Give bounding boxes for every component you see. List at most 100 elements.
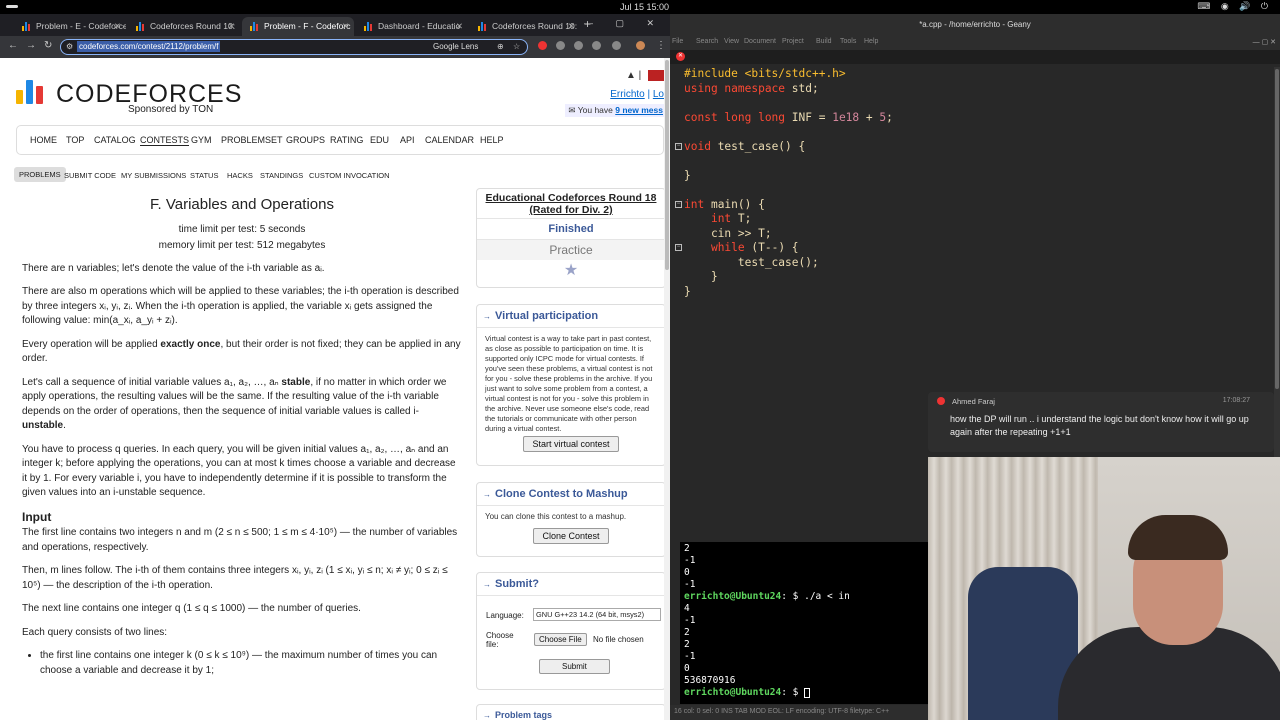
bookmark-star-icon[interactable]: ☆ [513, 42, 520, 51]
submenu-my-submissions[interactable]: MY SUBMISSIONS [121, 171, 186, 180]
extensions-puzzle-icon[interactable] [612, 41, 621, 50]
close-tab-icon[interactable]: ✕ [456, 17, 463, 36]
menu-catalog[interactable]: CATALOG [94, 135, 136, 145]
editor-menu-file[interactable]: File [672, 38, 683, 45]
submenu-standings[interactable]: STANDINGS [260, 171, 303, 180]
editor-window-controls[interactable]: — ▢ ✕ [1253, 38, 1276, 46]
extension-icon[interactable] [538, 41, 547, 50]
submit-button[interactable]: Submit [539, 659, 610, 674]
zoom-icon[interactable]: ⊕ [497, 42, 504, 51]
new-messages-link[interactable]: 9 new mess [615, 105, 663, 115]
address-bar-url[interactable]: codeforces.com/contest/2112/problem/f [77, 41, 221, 52]
close-tab-icon[interactable]: ✕ [228, 17, 235, 36]
header-icons: ▲ | [626, 70, 664, 81]
editor-menu-build[interactable]: Build [816, 38, 832, 45]
logout-link[interactable]: Lo [653, 89, 664, 100]
notification-bell-icon[interactable]: ▲ [626, 70, 636, 81]
menu-api[interactable]: API [400, 135, 415, 145]
clone-contest-button[interactable]: Clone Contest [533, 528, 609, 544]
language-flag-icon[interactable] [648, 70, 664, 81]
favorite-star-icon[interactable]: ★ [477, 260, 665, 280]
extension-icon[interactable] [574, 41, 583, 50]
forward-icon[interactable]: → [26, 40, 36, 51]
terminal-output-line: 4 [684, 603, 690, 614]
browser-tab[interactable]: Problem - E - Codeforce ✕ [14, 17, 126, 36]
fold-toggle-icon[interactable]: − [675, 143, 682, 150]
virtual-participation-box: → Virtual participation Virtual contest i… [476, 304, 666, 466]
editor-menu-help[interactable]: Help [864, 38, 878, 45]
site-info-icon[interactable]: ⚙ [66, 42, 73, 51]
submenu-custom-invocation[interactable]: CUSTOM INVOCATION [309, 171, 390, 180]
system-clock[interactable]: Jul 15 15:00 [620, 2, 669, 12]
close-document-icon[interactable]: ✕ [676, 52, 685, 61]
fold-toggle-icon[interactable]: − [675, 201, 682, 208]
menu-edu[interactable]: EDU [370, 135, 389, 145]
editor-menu-tools[interactable]: Tools [840, 38, 856, 45]
input-paragraph: The first line contains two integers n a… [22, 527, 458, 553]
editor-menu-project[interactable]: Project [782, 38, 804, 45]
profile-avatar[interactable] [636, 41, 645, 50]
terminal-panel[interactable]: 2 -1 0 -1 errichto@Ubuntu24: $ ./a < in 4 -1 2 2… [680, 542, 930, 704]
extension-icon[interactable] [592, 41, 601, 50]
submenu-problems[interactable]: PROBLEMS [14, 167, 66, 182]
browser-tab-title: Codeforces Round 10: [492, 21, 578, 31]
menu-contests[interactable]: CONTESTS [140, 135, 190, 146]
menu-calendar[interactable]: CALENDAR [425, 135, 474, 145]
fold-toggle-icon[interactable]: − [675, 244, 682, 251]
scrollbar-thumb[interactable] [665, 60, 669, 270]
editor-menu-document[interactable]: Document [744, 38, 776, 45]
editor-statusbar: 16 col: 0 sel: 0 INS TAB MOD EOL: LF enc… [670, 705, 930, 720]
submenu-status[interactable]: STATUS [190, 171, 218, 180]
browser-tab[interactable]: Codeforces Round 10: ✕ [128, 17, 240, 36]
choose-file-button[interactable]: Choose File [534, 633, 587, 646]
menu-help[interactable]: HELP [480, 135, 504, 145]
close-tab-icon[interactable]: ✕ [114, 17, 121, 36]
activities-icon[interactable] [6, 5, 18, 8]
problem-title: F. Variables and Operations [150, 196, 334, 213]
messages-prefix: You have [577, 105, 613, 115]
browser-tab[interactable]: Dashboard - Educatio ✕ [356, 17, 468, 36]
submit-title: → Submit? [477, 573, 665, 596]
google-lens-button[interactable]: Google Lens [433, 42, 478, 51]
codeforces-favicon-icon [478, 22, 487, 31]
editor-tab-bar: ✕ [670, 50, 1280, 64]
browser-menu-icon[interactable]: ⋮ [656, 40, 666, 51]
reload-icon[interactable]: ↻ [44, 40, 52, 51]
editor-menu-search[interactable]: Search [696, 38, 718, 45]
browser-tab-active[interactable]: Problem - F - Codeforc ✕ [242, 17, 354, 36]
chat-notification[interactable]: Ahmed Faraj 17:08:27 how the DP will run… [928, 392, 1274, 452]
editor-menu-view[interactable]: View [724, 38, 739, 45]
codeforces-favicon-icon [22, 22, 31, 31]
system-tray[interactable]: ⌨ ◉ 🔊 ⏻ [1197, 1, 1272, 12]
user-handle-link[interactable]: Errichto [610, 89, 644, 100]
window-controls[interactable]: — ▢ ✕ [584, 18, 664, 29]
close-tab-icon[interactable]: ✕ [568, 17, 575, 36]
menu-rating[interactable]: RATING [330, 135, 363, 145]
editor-scrollbar-thumb[interactable] [1275, 69, 1279, 389]
terminal-output-line: 536870916 [684, 675, 736, 686]
time-limit: time limit per test: 5 seconds [178, 223, 306, 235]
menu-top[interactable]: TOP [66, 135, 84, 145]
statement-paragraph: You have to process q queries. In each q… [22, 443, 456, 499]
menu-home[interactable]: HOME [30, 135, 57, 145]
menu-groups[interactable]: GROUPS [286, 135, 325, 145]
contest-name-link[interactable]: Educational Codeforces Round 18 (Rated fo… [477, 189, 665, 216]
address-bar[interactable]: ⚙ codeforces.com/contest/2112/problem/f … [60, 39, 528, 55]
back-icon[interactable]: ← [8, 40, 18, 51]
extension-icon[interactable] [556, 41, 565, 50]
codeforces-logo[interactable]: CODEFORCES Sponsored by TON [16, 76, 241, 116]
close-tab-icon[interactable]: ✕ [342, 17, 349, 36]
notification-message: how the DP will run .. i understand the … [950, 414, 1249, 437]
statement-paragraph: There are n variables; let's denote the … [22, 262, 325, 274]
browser-tab[interactable]: Codeforces Round 10: ✕ [470, 17, 580, 36]
menu-problemset[interactable]: PROBLEMSET [221, 135, 283, 145]
terminal-input-line[interactable]: errichto@Ubuntu24: $ [684, 687, 926, 699]
terminal-cursor [804, 687, 811, 698]
language-select[interactable]: GNU G++23 14.2 (64 bit, msys2) [533, 608, 661, 621]
terminal-output-line: 2 [684, 627, 690, 638]
menu-gym[interactable]: GYM [191, 135, 212, 145]
code-area[interactable]: #include <bits/stdc++.h> using namespace… [684, 67, 893, 299]
submenu-submit-code[interactable]: SUBMIT CODE [64, 171, 116, 180]
submenu-hacks[interactable]: HACKS [227, 171, 253, 180]
start-virtual-contest-button[interactable]: Start virtual contest [523, 436, 619, 452]
